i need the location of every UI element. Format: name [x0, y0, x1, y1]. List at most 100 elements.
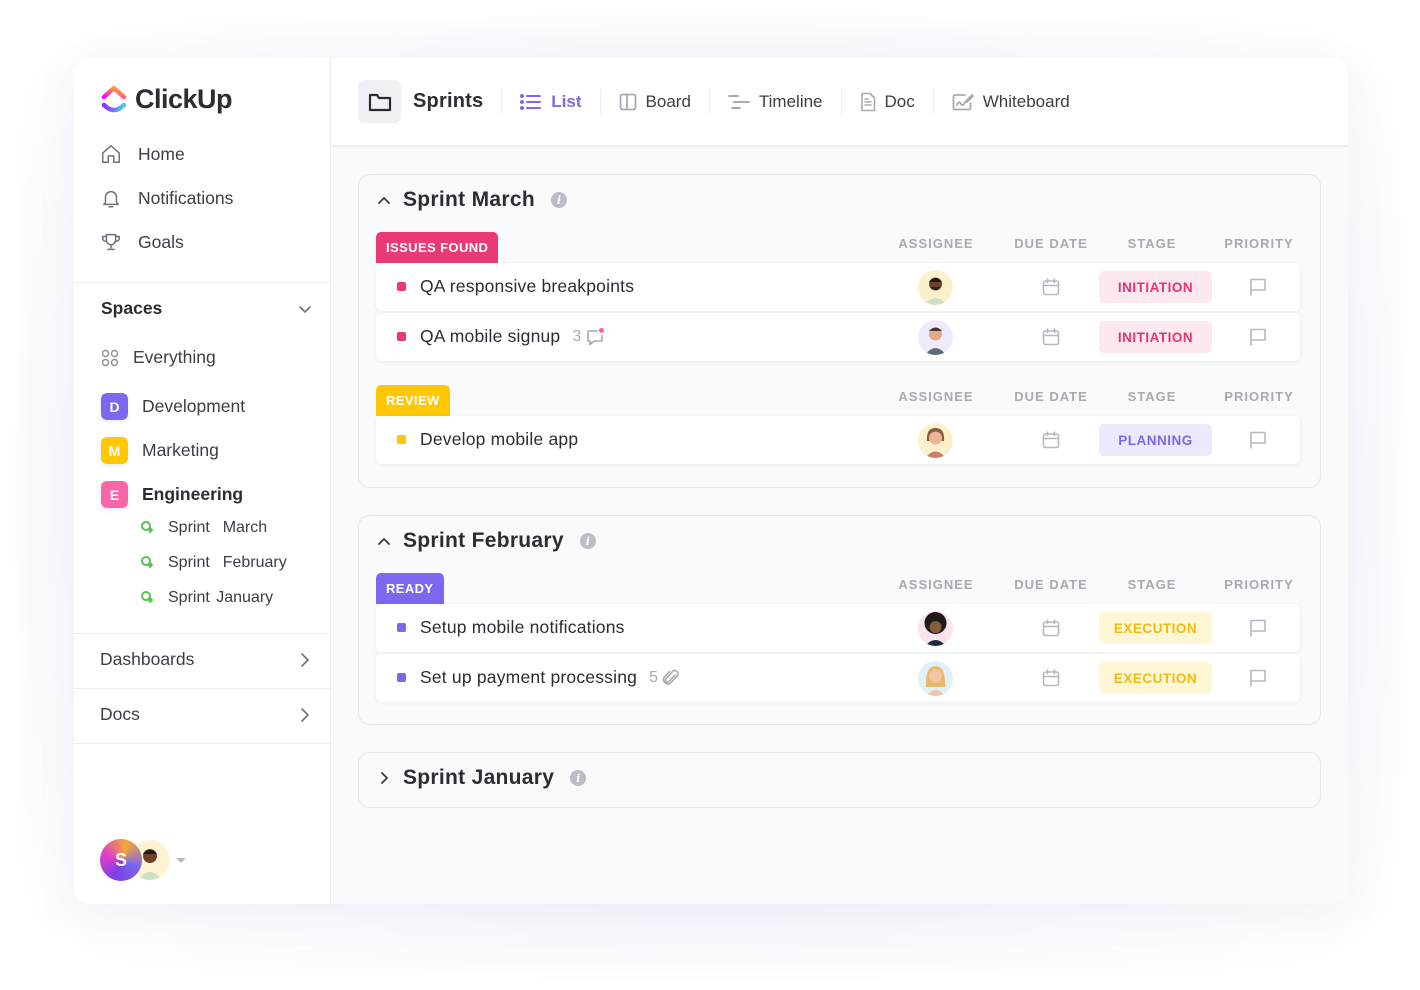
nav-home-label: Home — [138, 143, 185, 164]
task-name-text: Set up payment processing — [420, 667, 638, 687]
task-name: QA mobile signup 3 — [420, 326, 605, 347]
info-icon[interactable]: i — [579, 533, 596, 549]
column-due-date: DUE DATE — [1014, 236, 1088, 251]
task-name-text: QA responsive breakpoints — [420, 276, 635, 296]
comment-icon — [587, 327, 605, 345]
nav-home[interactable]: Home — [100, 143, 185, 165]
doc-icon — [860, 92, 875, 111]
calendar-icon[interactable] — [1041, 618, 1061, 638]
comment-count-value: 3 — [572, 327, 582, 345]
paperclip-icon — [662, 669, 679, 685]
tab-list[interactable]: List — [502, 92, 599, 112]
column-assignee: ASSIGNEE — [898, 389, 974, 404]
spaces-header[interactable]: Spaces — [101, 298, 313, 319]
tab-board[interactable]: Board — [601, 92, 709, 112]
tab-doc[interactable]: Doc — [842, 92, 933, 112]
list-icon — [520, 93, 542, 110]
info-icon[interactable]: i — [570, 770, 587, 786]
flag-icon[interactable] — [1248, 668, 1268, 688]
app-window: ClickUp Home Notifications Goals Spaces … — [74, 58, 1348, 904]
attachment-count-value: 5 — [649, 668, 659, 686]
sprint-section-january[interactable]: Sprint January i — [358, 752, 1321, 808]
sprint-header[interactable]: Sprint February i — [377, 529, 596, 553]
docs-label: Docs — [100, 704, 140, 724]
sprint-header[interactable]: Sprint January i — [377, 766, 587, 790]
flag-icon[interactable] — [1248, 277, 1268, 297]
status-group-review: REVIEW ASSIGNEE DUE DATE STAGE PRIORITY … — [376, 385, 1300, 465]
sprint-icon — [141, 591, 153, 603]
task-row[interactable]: QA mobile signup 3 INITIATION — [376, 313, 1300, 361]
task-row[interactable]: QA responsive breakpoints INITIATION — [376, 263, 1300, 311]
space-badge-engineering: E — [101, 481, 128, 508]
nav-goals-label: Goals — [138, 231, 184, 252]
logo-text: ClickUp — [135, 84, 233, 114]
task-row[interactable]: Setup mobile notifications EXECUTION — [376, 604, 1300, 652]
calendar-icon[interactable] — [1041, 668, 1061, 688]
sidebar-item-dashboards[interactable]: Dashboards — [100, 649, 312, 670]
person-avatar-icon — [925, 327, 946, 355]
column-stage: STAGE — [1127, 577, 1177, 592]
logo[interactable]: ClickUp — [101, 84, 233, 115]
stage-pill[interactable]: EXECUTION — [1099, 662, 1212, 694]
flag-icon[interactable] — [1248, 327, 1268, 347]
sprint-header[interactable]: Sprint March i — [377, 188, 567, 212]
attachment-count[interactable]: 5 — [649, 668, 680, 688]
calendar-icon[interactable] — [1041, 277, 1061, 297]
assignee-avatar[interactable] — [918, 320, 953, 355]
status-group-ready: READY ASSIGNEE DUE DATE STAGE PRIORITY S… — [376, 573, 1300, 703]
info-icon[interactable]: i — [550, 192, 567, 208]
sprint-list-label: Sprint January — [168, 589, 274, 606]
chevron-right-icon[interactable] — [377, 771, 391, 785]
task-name: Setup mobile notifications — [420, 617, 625, 638]
nav-notifications[interactable]: Notifications — [100, 187, 233, 209]
comment-count[interactable]: 3 — [572, 327, 605, 347]
column-priority: PRIORITY — [1224, 389, 1294, 404]
tab-timeline[interactable]: Timeline — [710, 92, 841, 112]
sidebar-item-sprint-march[interactable]: Sprint March — [140, 519, 267, 537]
stage-pill[interactable]: INITIATION — [1099, 321, 1212, 353]
sidebar-item-development[interactable]: D Development — [101, 393, 245, 420]
assignee-avatar[interactable] — [918, 423, 953, 458]
sidebar-item-sprint-february[interactable]: Sprint February — [140, 554, 287, 572]
task-row[interactable]: Develop mobile app PLANNING — [376, 416, 1300, 464]
stage-pill[interactable]: PLANNING — [1099, 424, 1212, 456]
chevron-up-icon[interactable] — [377, 534, 391, 548]
space-label: Development — [142, 396, 246, 416]
flag-icon[interactable] — [1248, 430, 1268, 450]
user-menu[interactable]: S — [100, 839, 186, 881]
folder-icon — [368, 93, 391, 111]
assignee-avatar[interactable] — [918, 611, 953, 646]
sidebar-item-engineering[interactable]: E Engineering — [101, 481, 243, 508]
sidebar-item-sprint-january[interactable]: Sprint January — [140, 589, 273, 607]
sidebar-item-everything[interactable]: Everything — [101, 347, 216, 368]
clickup-logo-icon — [101, 85, 127, 112]
calendar-icon[interactable] — [1041, 430, 1061, 450]
folder-button[interactable] — [358, 80, 401, 123]
assignee-avatar[interactable] — [918, 270, 953, 305]
stage-pill[interactable]: INITIATION — [1099, 271, 1212, 303]
sidebar: ClickUp Home Notifications Goals Spaces … — [74, 58, 331, 904]
column-stage: STAGE — [1127, 236, 1177, 251]
sidebar-item-docs[interactable]: Docs — [100, 704, 312, 725]
divider — [74, 743, 331, 744]
tab-whiteboard[interactable]: Whiteboard — [934, 92, 1088, 112]
chevron-down-icon[interactable] — [297, 301, 313, 317]
tab-timeline-label: Timeline — [758, 91, 823, 111]
trophy-icon — [102, 233, 120, 251]
sprint-list-label: Sprint February — [168, 554, 287, 571]
stage-pill[interactable]: EXECUTION — [1099, 612, 1212, 644]
task-name-text: Setup mobile notifications — [420, 617, 625, 637]
flag-icon[interactable] — [1248, 618, 1268, 638]
assignee-avatar[interactable] — [918, 661, 953, 696]
sprint-icon — [141, 521, 153, 533]
chevron-up-icon[interactable] — [377, 193, 391, 207]
tab-list-label: List — [551, 91, 582, 111]
person-avatar-icon — [924, 277, 947, 305]
sidebar-item-marketing[interactable]: M Marketing — [101, 437, 219, 464]
nav-notifications-label: Notifications — [138, 187, 234, 208]
column-headers: ASSIGNEE DUE DATE STAGE PRIORITY — [376, 577, 1300, 597]
nav-goals[interactable]: Goals — [100, 231, 184, 253]
calendar-icon[interactable] — [1041, 327, 1061, 347]
sprint-title: Sprint February — [403, 529, 564, 552]
task-row[interactable]: Set up payment processing 5 EXECUTION — [376, 654, 1300, 702]
